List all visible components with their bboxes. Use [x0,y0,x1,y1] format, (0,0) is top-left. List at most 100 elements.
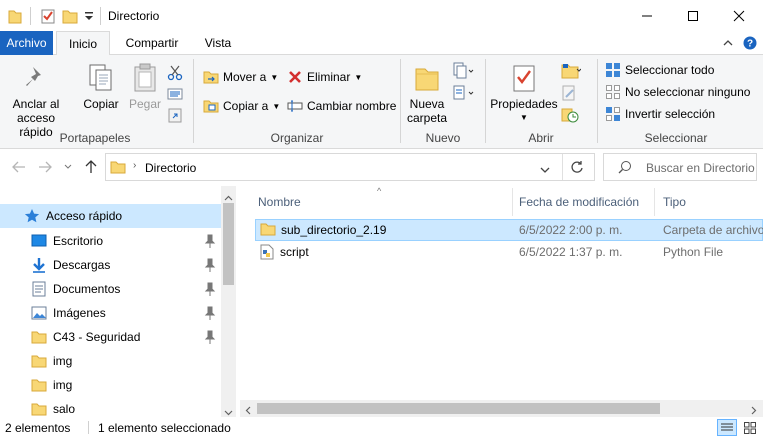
maximize-button[interactable] [670,0,716,31]
up-arrow-icon[interactable] [82,158,100,176]
column-header-date[interactable]: Fecha de modificación [519,186,657,218]
nav-item-img[interactable]: img [0,349,221,373]
new-folder-button[interactable]: Nueva carpeta [404,61,450,125]
move-to-dropdown-icon: ▼ [270,72,279,82]
large-icons-view-icon[interactable] [741,419,759,436]
new-folder-qat-icon[interactable] [62,7,78,25]
invert-selection-icon [604,105,622,123]
column-divider[interactable] [654,188,655,216]
nav-item-descargas[interactable]: Descargas [0,253,221,277]
properties-button[interactable]: Propiedades ▼ [490,61,558,125]
open-icon[interactable] [561,61,581,81]
file-row[interactable]: script 6/5/2022 1:37 p. m. Python File [255,242,763,264]
file-type: Carpeta de archivos [663,223,763,237]
delete-dropdown-icon: ▼ [354,72,363,82]
move-to-icon [202,68,220,86]
search-field[interactable]: Buscar en Directorio [603,153,757,181]
nav-item-label: salo [53,402,76,416]
easy-access-icon[interactable] [452,83,474,103]
horizontal-scrollbar[interactable] [240,400,763,417]
nav-quick-access-label: Acceso rápido [46,209,123,223]
delete-button[interactable]: Eliminar ▼ [286,67,362,87]
nav-quick-access[interactable]: Acceso rápido [0,204,221,228]
select-all-button[interactable]: Seleccionar todo [604,60,714,80]
column-divider[interactable] [512,188,513,216]
pin-icon[interactable] [204,234,216,248]
title-divider [100,7,101,25]
pin-icon[interactable] [204,330,216,344]
invert-selection-button[interactable]: Invertir selección [604,104,715,124]
minimize-button[interactable] [624,0,670,31]
pictures-icon [31,305,47,321]
scroll-right-icon[interactable] [751,404,757,418]
python-file-icon [260,244,274,263]
title-divider [30,7,31,25]
title-bar: Directorio [0,0,763,31]
nav-item-salo[interactable]: salo [0,397,221,417]
nav-item-c43-seguridad[interactable]: C43 - Seguridad [0,325,221,349]
pin-icon[interactable] [204,282,216,296]
horizontal-scroll-thumb[interactable] [257,403,660,414]
select-none-label: No seleccionar ninguno [625,85,751,99]
pin-icon[interactable] [204,306,216,320]
nav-item-imagenes[interactable]: Imágenes [0,301,221,325]
file-date: 6/5/2022 1:37 p. m. [519,245,623,259]
paste-button[interactable]: Pegar [124,61,166,111]
properties-icon [507,61,541,95]
pin-quick-access-button[interactable]: Anclar al acceso rápido [6,61,66,139]
close-button[interactable] [716,0,762,31]
desktop-icon [31,233,47,249]
svg-text:?: ? [747,39,753,50]
select-all-icon [604,61,622,79]
copy-path-icon[interactable] [167,84,183,104]
history-icon[interactable] [561,105,579,125]
delete-icon [286,68,304,86]
file-name: script [280,245,309,259]
tab-vista[interactable]: Vista [196,31,240,55]
address-bar[interactable]: › Directorio [105,153,595,181]
navigation-scrollbar[interactable] [221,186,236,417]
recent-locations-icon[interactable] [62,158,74,176]
breadcrumb-directorio[interactable]: Directorio [145,161,196,175]
address-dropdown-icon[interactable] [540,163,550,177]
customize-qat-icon[interactable] [84,7,94,25]
column-header-name[interactable]: Nombre [258,186,508,218]
address-divider [562,154,563,180]
rename-button[interactable]: Cambiar nombre [286,96,396,116]
nav-item-label: img [53,378,73,392]
scroll-up-icon[interactable] [224,190,233,204]
file-row-selected[interactable]: sub_directorio_2.19 6/5/2022 2:00 p. m. … [255,219,763,241]
group-divider [485,59,486,143]
details-view-icon[interactable] [717,419,737,436]
help-icon[interactable]: ? [740,31,760,55]
rename-label: Cambiar nombre [307,99,397,113]
properties-qat-icon[interactable] [40,7,56,25]
column-header-type[interactable]: Tipo [663,186,763,218]
refresh-icon[interactable] [570,160,584,177]
nav-item-escritorio[interactable]: Escritorio [0,229,221,253]
paste-shortcut-icon[interactable] [167,105,183,125]
tab-archivo[interactable]: Archivo [0,31,53,55]
copy-label: Copiar [83,97,119,111]
scroll-left-icon[interactable] [245,404,251,418]
collapse-ribbon-icon[interactable] [718,31,738,55]
pin-icon[interactable] [204,258,216,272]
nav-item-label: Escritorio [53,234,104,248]
back-arrow-icon[interactable] [10,158,28,176]
edit-icon[interactable] [561,83,577,103]
select-none-button[interactable]: No seleccionar ninguno [604,82,750,102]
group-portapapeles-label: Portapapeles [59,131,131,145]
copy-button[interactable]: Copiar [80,61,122,111]
nav-item-documentos[interactable]: Documentos [0,277,221,301]
nav-item-img-2[interactable]: img [0,373,221,397]
star-icon [24,208,40,224]
move-to-button[interactable]: Mover a ▼ [202,67,278,87]
copy-to-button[interactable]: Copiar a ▼ [202,96,280,116]
new-item-icon[interactable] [452,61,474,81]
tab-inicio[interactable]: Inicio [56,31,110,56]
forward-arrow-icon[interactable] [36,158,54,176]
tab-compartir[interactable]: Compartir [118,31,186,55]
cut-icon[interactable] [167,63,183,83]
nav-item-label: Documentos [53,282,121,296]
scroll-thumb[interactable] [223,203,234,285]
